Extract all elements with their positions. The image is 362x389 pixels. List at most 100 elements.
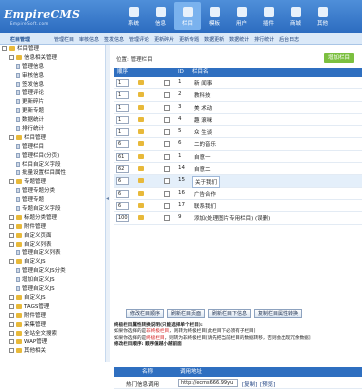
expander-icon[interactable] <box>9 339 14 345</box>
row-checkbox[interactable] <box>164 190 170 197</box>
row-checkbox[interactable] <box>164 92 170 99</box>
subnav-item-7[interactable]: 数据统计 <box>229 36 249 43</box>
row-checkbox[interactable] <box>164 178 170 185</box>
expander-icon[interactable] <box>9 223 14 229</box>
sidebar-item[interactable]: WAP管理 <box>0 338 105 347</box>
sidebar-item[interactable]: 专题管理 <box>0 178 105 187</box>
sidebar-item[interactable]: 管理栏目 <box>0 143 105 152</box>
expander-icon[interactable] <box>9 134 14 140</box>
order-input[interactable]: 61 <box>116 152 129 161</box>
sidebar-item[interactable]: 自定义页面 <box>0 232 105 241</box>
column-name-link[interactable]: 二的音乐 <box>192 139 218 149</box>
order-input[interactable]: 100 <box>116 214 129 223</box>
add-column-button[interactable]: 增加栏目 <box>324 53 354 63</box>
subnav-item-4[interactable]: 更新碎片 <box>154 36 174 43</box>
sidebar-item[interactable]: 全站全文搜索 <box>0 330 105 339</box>
subnav-item-2[interactable]: 签发信息 <box>104 36 124 43</box>
nav-tab-5[interactable]: 插件 <box>255 2 282 30</box>
sidebar-item[interactable]: 管理自定义列表 <box>0 249 105 258</box>
sidebar-item[interactable]: 附件管理 <box>0 223 105 232</box>
expander-icon[interactable] <box>9 294 14 300</box>
nav-tab-3[interactable]: 模板 <box>201 2 228 30</box>
nav-tab-0[interactable]: 系统 <box>120 2 147 30</box>
column-name-link[interactable]: 添加(处理图片专用栏目) (误删) <box>192 213 272 223</box>
sidebar-item[interactable]: 采集管理 <box>0 321 105 330</box>
row-checkbox[interactable] <box>164 116 170 123</box>
sidebar-item[interactable]: 自定义JS <box>0 294 105 303</box>
expander-icon[interactable] <box>9 321 14 327</box>
order-input[interactable]: 6 <box>116 140 129 149</box>
column-name-link[interactable]: 自意二 <box>192 164 213 174</box>
expander-icon[interactable] <box>9 214 14 220</box>
preview-link[interactable]: [预览] <box>260 380 275 388</box>
row-checkbox[interactable] <box>164 80 170 86</box>
nav-tab-7[interactable]: 其他 <box>309 2 336 30</box>
sidebar-item[interactable]: 排行统计 <box>0 125 105 134</box>
sidebar-item[interactable]: 管理自定义JS分类 <box>0 267 105 276</box>
order-input[interactable]: 6 <box>116 201 129 210</box>
sidebar-item[interactable]: 更新专题 <box>0 107 105 116</box>
expander-icon[interactable] <box>9 312 14 318</box>
subnav-item-0[interactable]: 管理栏目 <box>54 36 74 43</box>
sidebar-item[interactable]: 其他相关 <box>0 347 105 356</box>
expander-icon[interactable] <box>9 179 14 185</box>
nav-tab-1[interactable]: 信息 <box>147 2 174 30</box>
sidebar-item[interactable]: 自定义列表 <box>0 241 105 250</box>
column-name-link[interactable]: 自意一 <box>192 152 213 162</box>
subnav-item-9[interactable]: 后台日志 <box>279 36 299 43</box>
row-checkbox[interactable] <box>164 166 170 173</box>
sidebar-item[interactable]: 更新碎片 <box>0 98 105 107</box>
expander-icon[interactable] <box>9 259 14 265</box>
sidebar-item[interactable]: 管理评论 <box>0 89 105 98</box>
column-name-link[interactable]: 广告合作 <box>192 189 218 199</box>
row-checkbox[interactable] <box>164 141 170 148</box>
sidebar-item[interactable]: 数据统计 <box>0 116 105 125</box>
nav-tab-4[interactable]: 用户 <box>228 2 255 30</box>
sidebar-item[interactable]: 管理信息 <box>0 63 105 72</box>
sidebar-item[interactable]: 增加自定义JS <box>0 276 105 285</box>
row-checkbox[interactable] <box>164 202 170 209</box>
call-url-field[interactable]: http://ecms666.99yu <box>178 379 238 387</box>
column-name-link[interactable]: 美 术动 <box>192 103 214 113</box>
expander-icon[interactable] <box>2 46 7 51</box>
sidebar-item[interactable]: 签发信息 <box>0 81 105 90</box>
sidebar-item[interactable]: 审核信息 <box>0 72 105 81</box>
sidebar-item[interactable]: 栏目管理 <box>0 45 105 54</box>
sidebar-item[interactable]: 附件管理 <box>0 312 105 321</box>
order-input[interactable]: 6 <box>116 189 129 198</box>
subnav-item-6[interactable]: 数据更新 <box>204 36 224 43</box>
column-name-link[interactable]: 新 闻事 <box>192 78 214 88</box>
row-checkbox[interactable] <box>164 153 170 160</box>
expander-icon[interactable] <box>9 232 14 238</box>
order-input[interactable]: 1 <box>116 103 129 112</box>
subnav-item-1[interactable]: 审核信息 <box>79 36 99 43</box>
sidebar-item[interactable]: 信息相关管理 <box>0 54 105 63</box>
row-checkbox[interactable] <box>164 129 170 136</box>
sidebar-item[interactable]: 管理自定义JS <box>0 285 105 294</box>
copy-link[interactable]: [复制] <box>242 380 257 388</box>
expander-icon[interactable] <box>9 241 14 247</box>
action-button-2[interactable]: 刷新栏目下信息 <box>208 309 252 318</box>
subnav-item-5[interactable]: 更新专题 <box>179 36 199 43</box>
sidebar-item[interactable]: 专题自定义字段 <box>0 205 105 214</box>
sidebar-item[interactable]: 管理栏目(分页) <box>0 152 105 161</box>
action-button-0[interactable]: 修改栏目顺序 <box>126 309 165 318</box>
expander-icon[interactable] <box>9 54 14 60</box>
nav-tab-6[interactable]: 商城 <box>282 2 309 30</box>
order-input[interactable]: 1 <box>116 128 129 137</box>
sidebar-item[interactable]: 管理专题分类 <box>0 187 105 196</box>
sidebar-item[interactable]: 栏目管理 <box>0 134 105 143</box>
sidebar-item[interactable]: TAGS管理 <box>0 303 105 312</box>
row-checkbox[interactable] <box>164 104 170 111</box>
subnav-item-3[interactable]: 管理评论 <box>129 36 149 43</box>
row-checkbox[interactable] <box>164 215 170 222</box>
action-button-3[interactable]: 复制栏目属性转换 <box>254 309 303 318</box>
sidebar-item[interactable]: 批量设置栏目属性 <box>0 169 105 178</box>
order-input[interactable]: 1 <box>116 115 129 124</box>
column-name-link[interactable]: 众 生谈 <box>192 127 214 137</box>
nav-tab-2[interactable]: 栏目 <box>174 2 201 30</box>
column-name-link[interactable]: 关于我们 <box>192 176 221 189</box>
order-input[interactable]: 62 <box>116 165 129 174</box>
expander-icon[interactable] <box>9 348 14 354</box>
action-button-1[interactable]: 刷新栏目页面 <box>167 309 206 318</box>
